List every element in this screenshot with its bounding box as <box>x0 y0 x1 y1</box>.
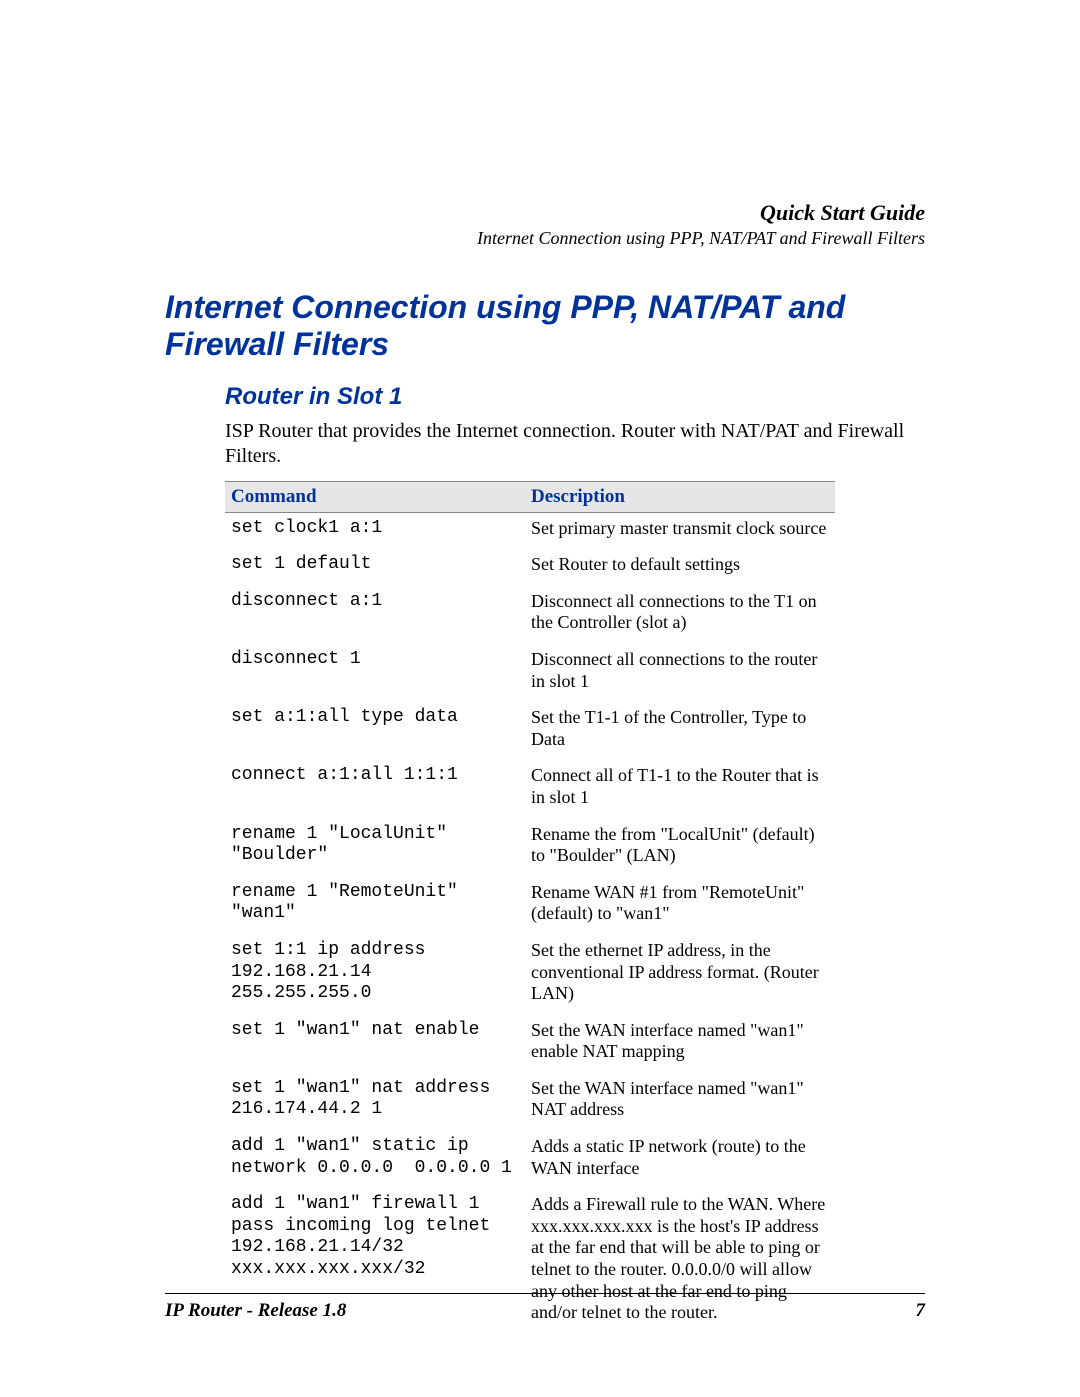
description-cell: Disconnect all connections to the router… <box>525 644 835 702</box>
command-cell: disconnect 1 <box>225 644 525 702</box>
command-cell: set 1 "wan1" nat enable <box>225 1015 525 1073</box>
command-cell: set clock1 a:1 <box>225 512 525 549</box>
table-row: disconnect 1 Disconnect all connections … <box>225 644 835 702</box>
command-cell: rename 1 "RemoteUnit" "wan1" <box>225 877 525 935</box>
command-cell: set 1:1 ip address 192.168.21.14 255.255… <box>225 935 525 1015</box>
header-title: Quick Start Guide <box>165 200 925 226</box>
description-cell: Set the WAN interface named "wan1" enabl… <box>525 1015 835 1073</box>
table-row: set 1 "wan1" nat enable Set the WAN inte… <box>225 1015 835 1073</box>
command-cell: set 1 default <box>225 549 525 586</box>
description-cell: Set Router to default settings <box>525 549 835 586</box>
table-row: rename 1 "RemoteUnit" "wan1" Rename WAN … <box>225 877 835 935</box>
page-footer: IP Router - Release 1.8 7 <box>165 1293 925 1322</box>
header-subtitle: Internet Connection using PPP, NAT/PAT a… <box>165 228 925 249</box>
table-row: set 1:1 ip address 192.168.21.14 255.255… <box>225 935 835 1015</box>
intro-paragraph: ISP Router that provides the Internet co… <box>165 419 925 469</box>
description-cell: Rename the from "LocalUnit" (default) to… <box>525 819 835 877</box>
command-cell: add 1 "wan1" static ip network 0.0.0.0 0… <box>225 1131 525 1189</box>
description-cell: Set primary master transmit clock source <box>525 512 835 549</box>
table-row: add 1 "wan1" static ip network 0.0.0.0 0… <box>225 1131 835 1189</box>
description-cell: Set the ethernet IP address, in the conv… <box>525 935 835 1015</box>
footer-left: IP Router - Release 1.8 <box>165 1300 346 1322</box>
table-row: set 1 default Set Router to default sett… <box>225 549 835 586</box>
table-row: connect a:1:all 1:1:1 Connect all of T1-… <box>225 760 835 818</box>
table-row: rename 1 "LocalUnit" "Boulder" Rename th… <box>225 819 835 877</box>
table-row: set clock1 a:1 Set primary master transm… <box>225 512 835 549</box>
table-row: disconnect a:1 Disconnect all connection… <box>225 586 835 644</box>
running-header: Quick Start Guide Internet Connection us… <box>165 200 925 249</box>
command-cell: rename 1 "LocalUnit" "Boulder" <box>225 819 525 877</box>
command-table: Command Description set clock1 a:1 Set p… <box>225 481 835 1334</box>
table-row: set a:1:all type data Set the T1-1 of th… <box>225 702 835 760</box>
table-row: set 1 "wan1" nat address 216.174.44.2 1 … <box>225 1073 835 1131</box>
footer-page-number: 7 <box>916 1300 926 1322</box>
description-cell: Disconnect all connections to the T1 on … <box>525 586 835 644</box>
table-header-description: Description <box>525 481 835 512</box>
command-cell: connect a:1:all 1:1:1 <box>225 760 525 818</box>
command-cell: set 1 "wan1" nat address 216.174.44.2 1 <box>225 1073 525 1131</box>
description-cell: Adds a static IP network (route) to the … <box>525 1131 835 1189</box>
description-cell: Set the T1-1 of the Controller, Type to … <box>525 702 835 760</box>
section-heading: Internet Connection using PPP, NAT/PAT a… <box>165 289 925 363</box>
command-cell: set a:1:all type data <box>225 702 525 760</box>
description-cell: Set the WAN interface named "wan1" NAT a… <box>525 1073 835 1131</box>
description-cell: Connect all of T1-1 to the Router that i… <box>525 760 835 818</box>
page: Quick Start Guide Internet Connection us… <box>0 0 1080 1397</box>
table-header-command: Command <box>225 481 525 512</box>
subsection-heading: Router in Slot 1 <box>165 383 925 411</box>
command-cell: disconnect a:1 <box>225 586 525 644</box>
description-cell: Rename WAN #1 from "RemoteUnit" (default… <box>525 877 835 935</box>
